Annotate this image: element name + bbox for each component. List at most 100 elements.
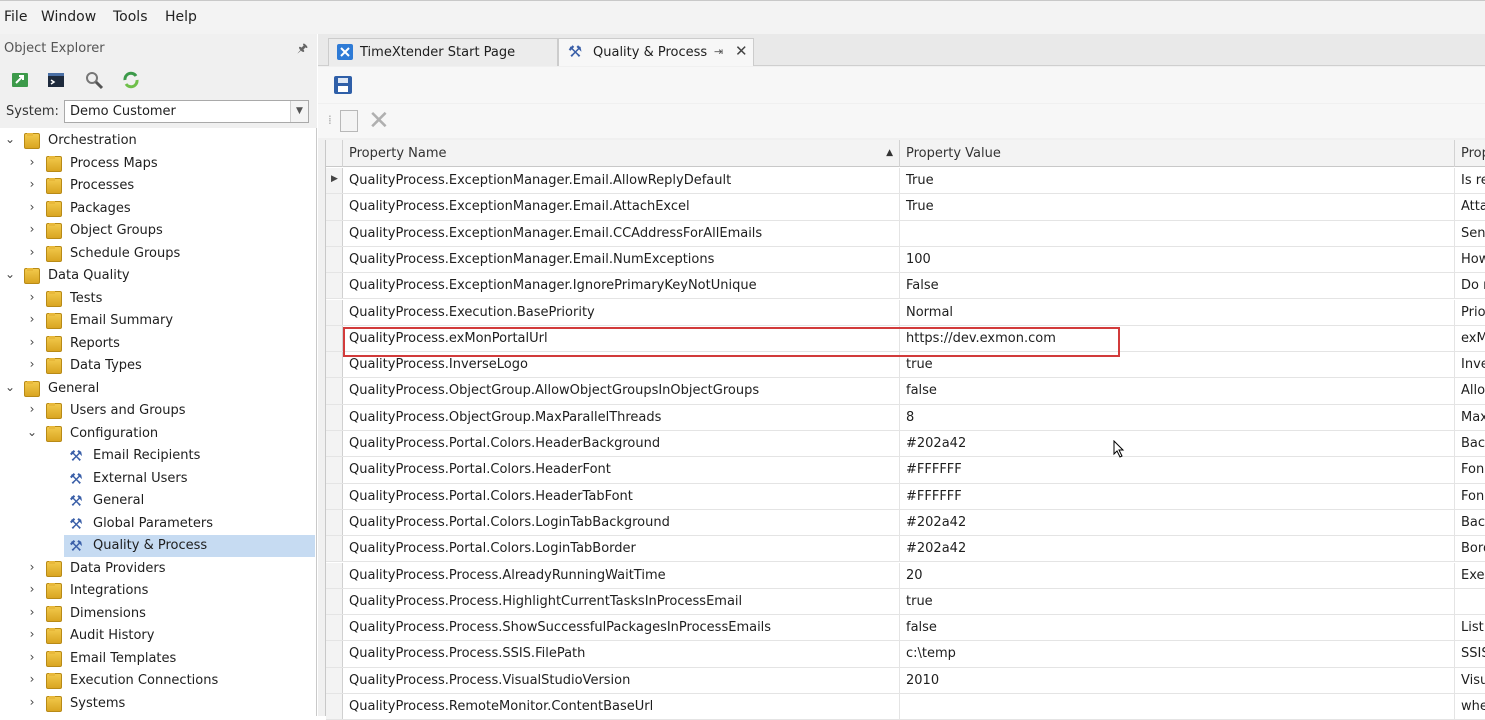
cell-property-name[interactable]: QualityProcess.ObjectGroup.AllowObjectGr…	[343, 378, 900, 404]
row-indicator[interactable]: ▶	[326, 168, 343, 194]
tree-item[interactable]: › Reports	[0, 333, 317, 355]
cell-property-value[interactable]: #202a42	[900, 536, 1455, 562]
row-indicator[interactable]	[326, 273, 343, 299]
row-indicator[interactable]	[326, 536, 343, 562]
table-row[interactable]: QualityProcess.Portal.Colors.LoginTabBor…	[326, 536, 1485, 563]
tree-item[interactable]: ⚒ External Users	[0, 468, 317, 490]
row-indicator[interactable]	[326, 325, 343, 352]
cell-property-value[interactable]: #202a42	[900, 431, 1455, 457]
cell-property-description[interactable]: How	[1455, 247, 1485, 272]
cell-property-value[interactable]: #FFFFFF	[900, 457, 1455, 483]
tree-item[interactable]: ⚒ Email Recipients	[0, 445, 317, 467]
row-indicator[interactable]	[326, 509, 343, 536]
tab-start-page[interactable]: TimeXtender Start Page	[328, 38, 558, 66]
tree-item[interactable]: › Packages	[0, 198, 317, 220]
tree-item[interactable]: ⚒ General	[0, 490, 317, 512]
chevron-right-icon[interactable]: ›	[26, 357, 38, 371]
table-row[interactable]: QualityProcess.ObjectGroup.AllowObjectGr…	[326, 378, 1485, 405]
row-indicator[interactable]	[326, 220, 343, 246]
cell-property-value[interactable]: #FFFFFF	[900, 483, 1455, 509]
table-row[interactable]: QualityProcess.RemoteMonitor.ContentBase…	[326, 694, 1485, 720]
chevron-right-icon[interactable]: ›	[26, 177, 38, 191]
chevron-right-icon[interactable]: ›	[26, 582, 38, 596]
tree-item[interactable]: › Email Summary	[0, 310, 317, 332]
row-indicator[interactable]	[326, 404, 343, 430]
tree-item[interactable]: ⚒ Quality & Process	[0, 535, 317, 557]
chevron-down-icon[interactable]: ⌄	[4, 267, 16, 281]
cell-property-name[interactable]: QualityProcess.Process.VisualStudioVersi…	[343, 667, 900, 693]
tab-quality-process[interactable]: ⚒ Quality & Process ⇥ ✕	[558, 38, 754, 66]
chevron-right-icon[interactable]: ›	[26, 222, 38, 236]
table-row[interactable]: QualityProcess.ExceptionManager.Email.Nu…	[326, 246, 1485, 274]
cell-property-name[interactable]: QualityProcess.exMonPortalUrl	[343, 325, 900, 352]
cell-property-name[interactable]: QualityProcess.Portal.Colors.HeaderBackg…	[343, 431, 900, 457]
close-icon[interactable]: ✕	[735, 42, 748, 60]
cell-property-value[interactable]	[900, 220, 1455, 246]
row-indicator[interactable]	[326, 641, 343, 667]
pin-icon[interactable]: 🖈	[297, 39, 308, 60]
cell-property-name[interactable]: QualityProcess.Execution.BasePriority	[343, 299, 900, 325]
column-header-property-description[interactable]: Prop	[1455, 140, 1485, 167]
cell-property-name[interactable]: QualityProcess.ExceptionManager.Email.Nu…	[343, 246, 900, 273]
tab-pin-icon[interactable]: ⇥	[714, 45, 723, 58]
cell-property-description[interactable]: Max	[1455, 405, 1485, 430]
tree-item[interactable]: › Object Groups	[0, 220, 317, 242]
cell-property-name[interactable]: QualityProcess.ExceptionManager.Email.CC…	[343, 220, 900, 246]
table-row[interactable]: QualityProcess.Portal.Colors.HeaderTabFo…	[326, 483, 1485, 510]
tree-item[interactable]: › Tests	[0, 288, 317, 310]
tree-item[interactable]: ⌄ Data Quality	[0, 265, 317, 287]
cell-property-description[interactable]	[1455, 589, 1485, 614]
chevron-right-icon[interactable]: ›	[26, 200, 38, 214]
tree-item[interactable]: › Email Templates	[0, 648, 317, 670]
tree-item[interactable]: › Schedule Groups	[0, 243, 317, 265]
tree-item[interactable]: › Execution Connections	[0, 670, 317, 692]
menu-file[interactable]: File	[4, 9, 27, 25]
cell-property-description[interactable]: Fon	[1455, 457, 1485, 482]
new-document-icon[interactable]	[340, 110, 358, 132]
chevron-down-icon[interactable]: ▼	[290, 101, 308, 122]
cell-property-value[interactable]: c:\temp	[900, 641, 1455, 667]
cell-property-description[interactable]: Visu	[1455, 668, 1485, 693]
tree-item[interactable]: ⚒ Global Parameters	[0, 513, 317, 535]
tree-item[interactable]: ⌄ General	[0, 378, 317, 400]
cell-property-name[interactable]: QualityProcess.Process.AlreadyRunningWai…	[343, 562, 900, 588]
cell-property-name[interactable]: QualityProcess.Portal.Colors.HeaderTabFo…	[343, 483, 900, 509]
cell-property-value[interactable]: #202a42	[900, 509, 1455, 536]
cell-property-name[interactable]: QualityProcess.Process.SSIS.FilePath	[343, 641, 900, 667]
table-row[interactable]: QualityProcess.Portal.Colors.HeaderBackg…	[326, 431, 1485, 458]
cell-property-value[interactable]: 2010	[900, 667, 1455, 693]
menu-window[interactable]: Window	[41, 9, 96, 25]
table-row[interactable]: QualityProcess.ExceptionManager.IgnorePr…	[326, 273, 1485, 300]
cell-property-value[interactable]: 20	[900, 562, 1455, 588]
console-icon[interactable]	[46, 70, 66, 90]
row-indicator[interactable]	[326, 352, 343, 378]
cell-property-value[interactable]: True	[900, 168, 1455, 194]
save-icon[interactable]	[334, 76, 352, 94]
table-row[interactable]: QualityProcess.Execution.BasePriority Nor…	[326, 299, 1485, 326]
cell-property-description[interactable]: Atta	[1455, 194, 1485, 219]
table-row[interactable]: QualityProcess.InverseLogo true Inve	[326, 352, 1485, 379]
row-indicator[interactable]	[326, 299, 343, 325]
cell-property-value[interactable]: true	[900, 352, 1455, 378]
cell-property-description[interactable]: List	[1455, 615, 1485, 640]
cell-property-description[interactable]: Allo	[1455, 378, 1485, 403]
chevron-right-icon[interactable]: ›	[26, 290, 38, 304]
cell-property-value[interactable]: true	[900, 588, 1455, 615]
cell-property-description[interactable]: Prio	[1455, 300, 1485, 325]
cell-property-description[interactable]: Is re	[1455, 168, 1485, 193]
table-row[interactable]: QualityProcess.ExceptionManager.Email.CC…	[326, 220, 1485, 247]
row-indicator[interactable]	[326, 562, 343, 588]
column-header-property-name[interactable]: Property Name ▲	[343, 140, 900, 167]
cell-property-value[interactable]: 8	[900, 404, 1455, 430]
cell-property-name[interactable]: QualityProcess.ExceptionManager.Email.Al…	[343, 168, 900, 194]
table-row[interactable]: QualityProcess.exMonPortalUrl https://dev…	[326, 325, 1485, 353]
cell-property-name[interactable]: QualityProcess.Portal.Colors.LoginTabBor…	[343, 536, 900, 562]
chevron-right-icon[interactable]: ›	[26, 650, 38, 664]
chevron-right-icon[interactable]: ›	[26, 695, 38, 709]
cell-property-description[interactable]: Fon	[1455, 484, 1485, 509]
row-indicator[interactable]	[326, 457, 343, 483]
refresh-icon[interactable]	[121, 70, 141, 90]
table-row[interactable]: QualityProcess.ExceptionManager.Email.At…	[326, 194, 1485, 221]
cell-property-description[interactable]: SSIS	[1455, 641, 1485, 666]
tree-item[interactable]: › Integrations	[0, 580, 317, 602]
